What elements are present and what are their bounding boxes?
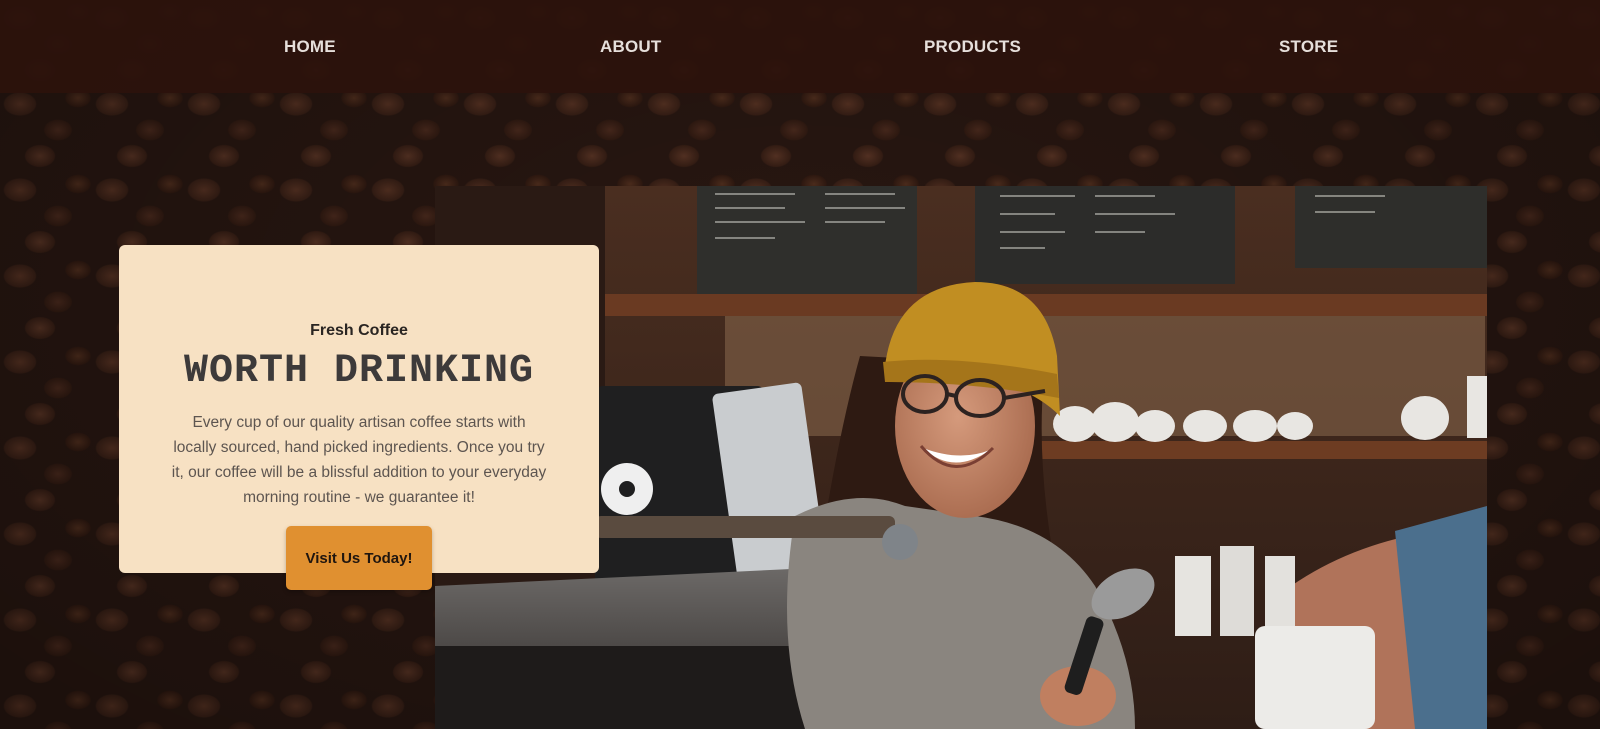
intro-card: Fresh Coffee WORTH DRINKING Every cup of… [119, 245, 599, 573]
nav-item-store[interactable]: STORE [1279, 37, 1338, 57]
intro-body: Every cup of our quality artisan coffee … [171, 414, 547, 506]
nav-item-products[interactable]: PRODUCTS [924, 37, 1021, 57]
intro-heading: WORTH DRINKING [183, 349, 535, 394]
visit-us-button[interactable]: Visit Us Today! [286, 526, 432, 590]
top-navigation: HOME ABOUT PRODUCTS STORE [0, 0, 1600, 93]
intro-subheading: Fresh Coffee [310, 322, 408, 339]
nav-item-home[interactable]: HOME [284, 37, 336, 57]
nav-item-about[interactable]: ABOUT [600, 37, 661, 57]
